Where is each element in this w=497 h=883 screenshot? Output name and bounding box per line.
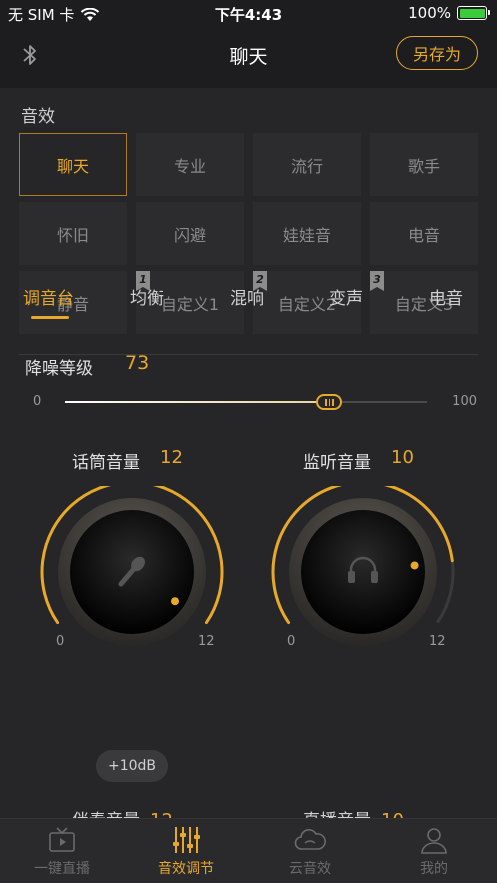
preset-button[interactable]: 娃娃音 (253, 202, 361, 265)
tabbar-label-me: 我的 (420, 861, 448, 877)
tab-item[interactable]: 电音 (429, 284, 463, 309)
tab-item[interactable]: 调音台 (23, 284, 74, 309)
mic-volume-max: 12 (198, 634, 215, 649)
mic-volume-min: 0 (56, 634, 65, 649)
preset-label: 专业 (173, 156, 206, 176)
battery-icon (457, 6, 490, 20)
knob-face (301, 510, 425, 634)
noise-reduction-slider[interactable]: 0 100 (25, 392, 480, 412)
slider-track[interactable] (65, 394, 427, 410)
status-right: 100% (408, 4, 490, 22)
tab-item[interactable]: 混响 (230, 284, 264, 309)
noise-reduction-label: 降噪等级 (25, 359, 93, 379)
mic-volume-value: 12 (160, 447, 183, 468)
tv-icon (49, 827, 75, 852)
tabbar-item-cloud[interactable]: 云音效 (248, 819, 372, 883)
mic-volume-label: 话筒音量 (72, 453, 140, 473)
preset-label: 娃娃音 (282, 225, 331, 245)
cloud-icon (294, 829, 326, 850)
mixer-tabs: 调音台 均衡 混响 变声 电音 (0, 284, 497, 324)
tabbar-label-cloud: 云音效 (289, 861, 331, 877)
save-as-button[interactable]: 另存为 (396, 36, 478, 70)
effects-section-title: 音效 (21, 107, 55, 127)
nav-bar: 聊天 另存为 (0, 28, 497, 80)
preset-label: 聊天 (56, 156, 89, 176)
slider-min-label: 0 (33, 394, 42, 409)
status-bar: 无 SIM 卡 下午4:43 100% (0, 0, 497, 26)
mic-volume-knob[interactable] (32, 486, 232, 646)
knob-indicator (171, 597, 180, 606)
preset-label: 怀旧 (56, 225, 89, 245)
tabbar-item-me[interactable]: 我的 (372, 819, 496, 883)
monitor-volume-label: 监听音量 (303, 453, 371, 473)
monitor-volume-knob[interactable] (263, 486, 463, 646)
preset-button[interactable]: 聊天 (19, 133, 127, 196)
monitor-volume-min: 0 (287, 634, 296, 649)
tabbar-item-effects[interactable]: 音效调节 (124, 819, 248, 883)
bottom-tab-bar: 一键直播 音效调节 云音效 我的 (0, 818, 497, 883)
preset-button[interactable]: 流行 (253, 133, 361, 196)
tab-item[interactable]: 均衡 (130, 284, 164, 309)
preset-button[interactable]: 电音 (370, 202, 478, 265)
gain-badge[interactable]: +10dB (96, 750, 168, 782)
tabbar-item-live[interactable]: 一键直播 (0, 819, 124, 883)
tabbar-label-live: 一键直播 (34, 861, 90, 877)
preset-label: 歌手 (407, 156, 440, 176)
sliders-icon (173, 827, 200, 853)
preset-label: 闪避 (173, 225, 206, 245)
slider-max-label: 100 (452, 394, 477, 409)
noise-reduction-value: 73 (125, 352, 150, 374)
slider-thumb[interactable] (316, 394, 343, 410)
tabbar-label-effects: 音效调节 (158, 861, 214, 877)
knob-indicator (410, 561, 419, 570)
slider-fill (65, 401, 330, 403)
battery-percent: 100% (408, 4, 451, 22)
active-tab-indicator (31, 316, 69, 319)
preset-button[interactable]: 专业 (136, 133, 244, 196)
preset-button[interactable]: 怀旧 (19, 202, 127, 265)
preset-button[interactable]: 闪避 (136, 202, 244, 265)
preset-button[interactable]: 歌手 (370, 133, 478, 196)
tab-item[interactable]: 变声 (329, 284, 363, 309)
monitor-volume-max: 12 (429, 634, 446, 649)
user-icon (421, 828, 447, 854)
preset-label: 电音 (407, 225, 440, 245)
monitor-volume-value: 10 (391, 447, 414, 468)
preset-label: 流行 (290, 156, 323, 176)
battery-fill (459, 8, 485, 18)
